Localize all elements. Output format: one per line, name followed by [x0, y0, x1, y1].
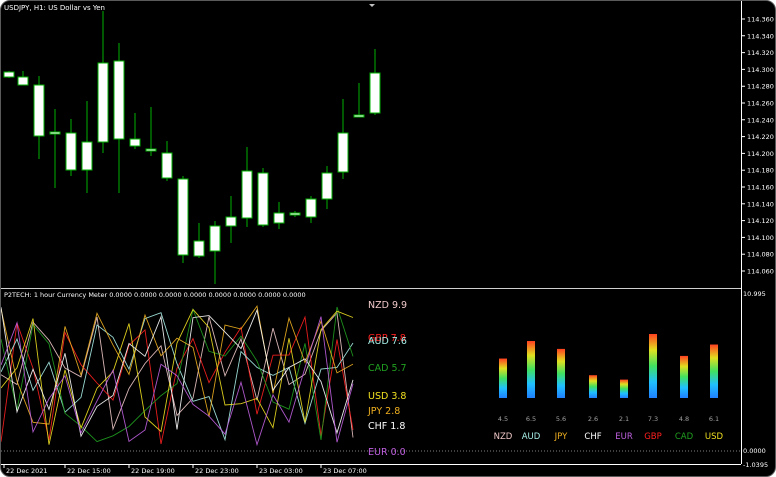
indicator-line — [1, 307, 354, 438]
legend-label-usd: USD 3.8 — [368, 391, 406, 402]
meter-value-chf: 2.6 — [588, 415, 598, 423]
meter-code-jpy: JPY — [554, 432, 568, 442]
candle-body — [273, 212, 285, 224]
candlesticks — [3, 11, 381, 284]
indicator-scale-bottom: -1.0395 — [743, 461, 768, 469]
candle-body — [353, 114, 365, 118]
indicator-title: P2TECH: 1 hour Currency Meter 0.0000 0.0… — [4, 291, 306, 299]
meter-code-usd: USD — [705, 432, 724, 442]
meter-bar-usd — [710, 344, 718, 398]
meter-value-aud: 6.5 — [526, 415, 536, 423]
meter-bar-chf — [589, 375, 597, 398]
indicator-scale-top: 10.995 — [743, 290, 766, 298]
price-axis: 114.360 114.340 114.320 114.300 114.280 114.2… — [741, 16, 774, 276]
price-tick-label: 114.080 — [747, 251, 774, 259]
legend-label-cad: CAD 5.7 — [368, 363, 407, 374]
price-tick-label: 114.340 — [747, 32, 774, 40]
indicator-scale-zero: 0.0000 — [743, 447, 766, 455]
candle-body — [97, 62, 109, 143]
candle-body — [257, 172, 269, 226]
meter-bar-gbp — [649, 334, 657, 398]
candle-body — [161, 152, 173, 179]
price-tick-label: 114.240 — [747, 116, 774, 124]
price-tick-label: 114.140 — [747, 200, 774, 208]
legend-label-nzd: NZD 9.9 — [368, 300, 407, 311]
candle-body — [113, 60, 125, 140]
meter-value-usd: 6.1 — [709, 415, 719, 423]
price-tick-label: 114.280 — [747, 83, 774, 91]
price-tick-label: 114.360 — [747, 16, 774, 24]
meter-value-eur: 2.1 — [619, 415, 629, 423]
candle-body — [49, 131, 61, 135]
price-tick-label: 114.100 — [747, 234, 774, 242]
candle-body — [193, 240, 205, 257]
time-tick-label: 22 Dec 2021 — [6, 467, 48, 475]
meter-value-cad: 4.8 — [679, 415, 689, 423]
meter-bar-cad — [680, 355, 688, 398]
indicator-line — [1, 315, 354, 445]
meter-value-nzd: 4.5 — [498, 415, 508, 423]
time-tick-label: 23 Dec 03:00 — [259, 467, 303, 475]
meter-bar-eur — [620, 379, 628, 398]
chart-window[interactable]: USDJPY, H1: US Dollar vs Yen P2TECH: 1 h… — [0, 0, 776, 477]
meter-bar-jpy — [557, 348, 565, 398]
meter-code-nzd: NZD — [494, 432, 513, 442]
candle-body — [209, 225, 221, 252]
time-axis: 22 Dec 2021 22 Dec 15:00 22 Dec 19:00 22 De… — [3, 464, 367, 475]
price-tick-label: 114.060 — [747, 268, 774, 276]
candle-body — [177, 178, 189, 256]
time-tick-label: 22 Dec 23:00 — [195, 467, 239, 475]
candle-body — [225, 216, 237, 227]
meter-code-aud: AUD — [522, 432, 541, 442]
candle-body — [17, 76, 29, 86]
currency-legend: NZD 9.9GBP 7.8AUD 7.6CAD 5.7USD 3.8JPY 2… — [367, 300, 407, 458]
shift-marker-icon[interactable] — [369, 4, 375, 7]
price-tick-label: 114.180 — [747, 167, 774, 175]
indicator-line — [1, 316, 354, 447]
price-tick-label: 114.220 — [747, 133, 774, 141]
currency-meter-bars: 4.5 NZD 6.5 AUD 5.6 JPY 2.6 CHF 2.1 EUR 7.3 GBP 4.8 C… — [494, 334, 724, 442]
candle-body — [337, 132, 349, 173]
main-chart-title: USDJPY, H1: US Dollar vs Yen — [4, 4, 105, 12]
candle-body — [129, 138, 141, 147]
time-tick-label: 23 Dec 07:00 — [323, 467, 367, 475]
candle-body — [289, 212, 301, 216]
meter-code-gbp: GBP — [644, 432, 662, 442]
legend-label-aud: AUD 7.6 — [368, 336, 407, 347]
chart-canvas[interactable]: USDJPY, H1: US Dollar vs Yen P2TECH: 1 h… — [1, 1, 775, 476]
meter-bar-aud — [527, 341, 535, 398]
candle-body — [305, 198, 317, 218]
time-tick-label: 22 Dec 15:00 — [67, 467, 111, 475]
meter-code-chf: CHF — [584, 432, 601, 442]
price-tick-label: 114.260 — [747, 100, 774, 108]
candle-body — [65, 132, 77, 171]
price-tick-label: 114.200 — [747, 150, 774, 158]
price-tick-label: 114.120 — [747, 217, 774, 225]
legend-label-eur: EUR 0.0 — [368, 447, 406, 458]
meter-value-jpy: 5.6 — [556, 415, 566, 423]
candle-body — [33, 84, 45, 137]
time-tick-label: 22 Dec 19:00 — [131, 467, 175, 475]
price-tick-label: 114.320 — [747, 49, 774, 57]
meter-value-gbp: 7.3 — [648, 415, 658, 423]
legend-label-jpy: JPY 2.8 — [367, 406, 400, 417]
legend-label-chf: CHF 1.8 — [368, 421, 405, 432]
candle-body — [81, 141, 93, 171]
price-tick-label: 114.300 — [747, 66, 774, 74]
candle-body — [3, 71, 15, 78]
meter-code-cad: CAD — [675, 432, 694, 442]
candle-body — [369, 72, 381, 114]
price-tick-label: 114.160 — [747, 184, 774, 192]
candle-body — [145, 148, 157, 152]
meter-code-eur: EUR — [615, 432, 633, 442]
candle-body — [321, 172, 333, 200]
candle-body — [241, 170, 253, 219]
indicator-lines — [1, 304, 354, 447]
meter-bar-nzd — [499, 358, 507, 398]
